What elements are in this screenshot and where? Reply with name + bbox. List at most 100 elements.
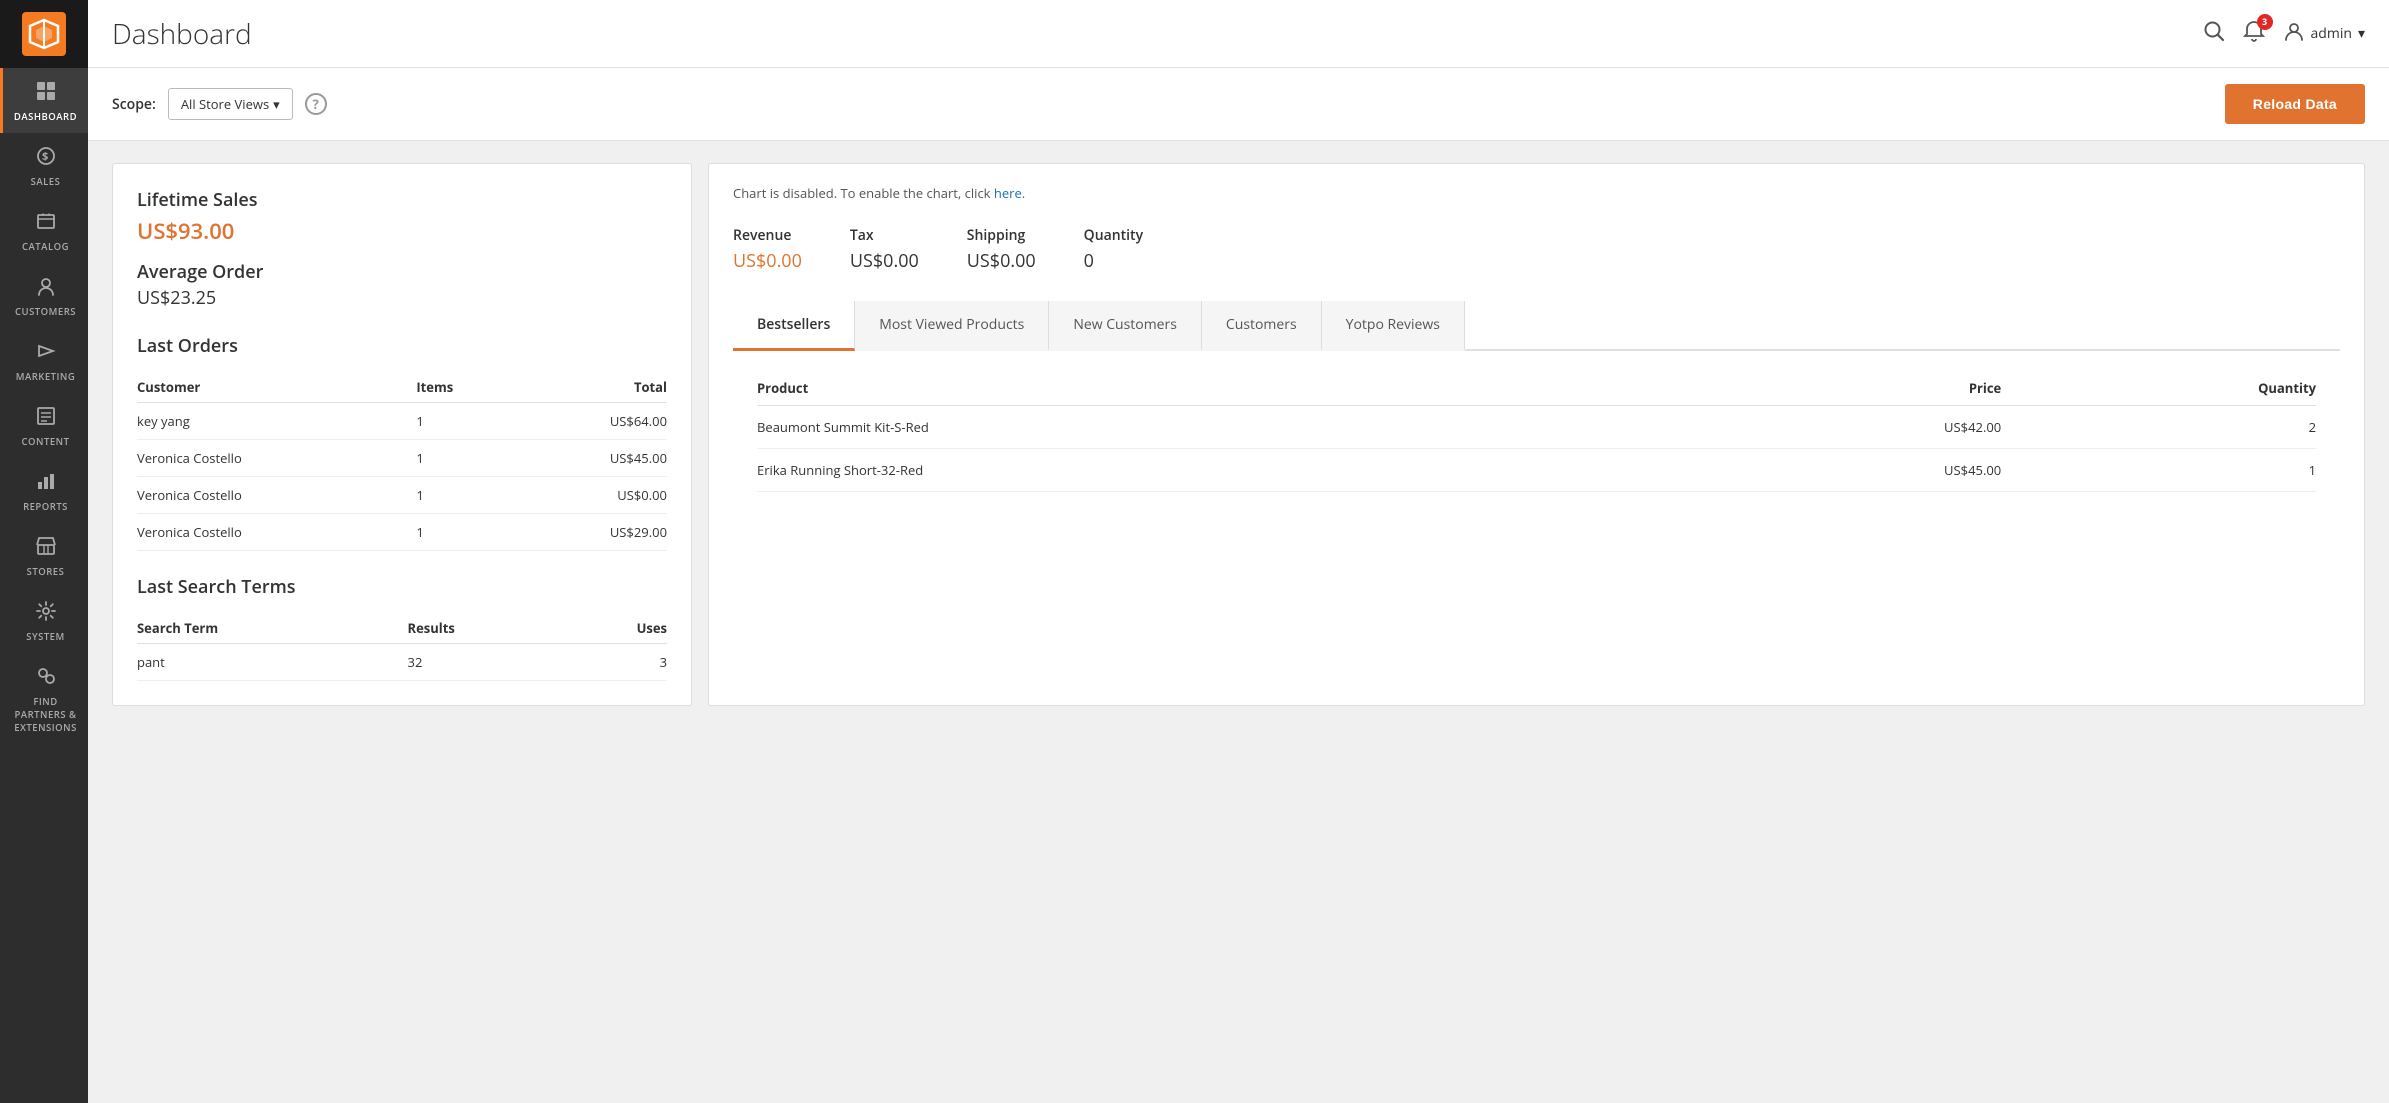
- rev-stat-shipping: Shipping US$0.00: [967, 226, 1036, 273]
- rev-value: US$0.00: [967, 249, 1036, 273]
- search-terms-title: Last Search Terms: [137, 575, 667, 599]
- rev-label: Shipping: [967, 226, 1036, 245]
- order-customer: Veronica Costello: [137, 477, 416, 514]
- sidebar-label-dashboard: DASHBOARD: [14, 110, 77, 123]
- sidebar-item-sales[interactable]: $ SALES: [0, 133, 88, 198]
- sidebar-label-marketing: MARKETING: [16, 370, 76, 383]
- lifetime-sales-section: Lifetime Sales US$93.00: [137, 188, 667, 246]
- order-customer: Veronica Costello: [137, 440, 416, 477]
- rev-value: US$0.00: [733, 249, 802, 273]
- order-items: 1: [416, 477, 514, 514]
- main-area: Dashboard 3: [88, 0, 2389, 1103]
- last-orders-title: Last Orders: [137, 334, 667, 358]
- tab-most-viewed[interactable]: Most Viewed Products: [855, 301, 1049, 351]
- prod-col-product: Product: [757, 371, 1691, 406]
- right-stats-panel: Chart is disabled. To enable the chart, …: [708, 163, 2365, 706]
- chart-disabled-message: Chart is disabled. To enable the chart, …: [733, 184, 2340, 202]
- rev-label: Tax: [850, 226, 919, 245]
- left-stats-panel: Lifetime Sales US$93.00 Average Order US…: [112, 163, 692, 706]
- content-icon: [35, 405, 57, 430]
- sidebar-item-system[interactable]: SYSTEM: [0, 588, 88, 653]
- chart-enable-link[interactable]: here: [994, 184, 1022, 202]
- stores-icon: [35, 535, 57, 560]
- product-quantity: 1: [2001, 449, 2316, 492]
- admin-user-menu[interactable]: admin ▾: [2283, 20, 2365, 48]
- table-row: Beaumont Summit Kit-S-Red US$42.00 2: [757, 406, 2316, 449]
- order-customer: key yang: [137, 403, 416, 440]
- sidebar-label-sales: SALES: [31, 175, 61, 188]
- sidebar-item-find-partners[interactable]: FIND PARTNERS & EXTENSIONS: [0, 653, 88, 744]
- search-results: 32: [408, 644, 566, 681]
- admin-label: admin: [2311, 24, 2352, 43]
- rev-value: 0: [1084, 249, 1143, 273]
- page-title: Dashboard: [112, 15, 2203, 53]
- product-name: Beaumont Summit Kit-S-Red: [757, 406, 1691, 449]
- tab-content-bestsellers: Product Price Quantity Beaumont Summit K…: [733, 351, 2340, 512]
- search-icon[interactable]: [2203, 20, 2225, 48]
- prod-col-price: Price: [1691, 371, 2002, 406]
- table-row: pant 32 3: [137, 644, 667, 681]
- sidebar-label-reports: REPORTS: [23, 500, 68, 513]
- search-col-uses: Uses: [565, 613, 667, 644]
- admin-dropdown-icon: ▾: [2358, 24, 2365, 43]
- dashboard-body: Lifetime Sales US$93.00 Average Order US…: [88, 143, 2389, 726]
- table-row: Veronica Costello 1 US$29.00: [137, 514, 667, 551]
- product-name: Erika Running Short-32-Red: [757, 449, 1691, 492]
- average-order-title: Average Order: [137, 260, 667, 284]
- notification-badge: 3: [2257, 14, 2273, 30]
- sidebar-item-marketing[interactable]: MARKETING: [0, 328, 88, 393]
- sales-icon: $: [35, 145, 57, 170]
- sidebar-item-customers[interactable]: CUSTOMERS: [0, 263, 88, 328]
- dashboard-icon: [35, 80, 57, 105]
- sidebar-item-reports[interactable]: REPORTS: [0, 458, 88, 523]
- sidebar-label-catalog: CATALOG: [22, 240, 69, 253]
- table-row: Erika Running Short-32-Red US$45.00 1: [757, 449, 2316, 492]
- orders-table: Customer Items Total key yang 1 US$64.00…: [137, 372, 667, 551]
- scope-dropdown-icon: ▾: [273, 95, 280, 113]
- sidebar-item-content[interactable]: CONTENT: [0, 393, 88, 458]
- sidebar-item-stores[interactable]: STORES: [0, 523, 88, 588]
- lifetime-sales-value: US$93.00: [137, 216, 667, 246]
- find-partners-icon: [35, 665, 57, 690]
- orders-col-customer: Customer: [137, 372, 416, 403]
- average-order-value: US$23.25: [137, 286, 667, 310]
- order-total: US$0.00: [515, 477, 667, 514]
- tab-customers[interactable]: Customers: [1202, 301, 1322, 351]
- order-customer: Veronica Costello: [137, 514, 416, 551]
- notifications-icon[interactable]: 3: [2243, 20, 2265, 48]
- scope-bar: Scope: All Store Views ▾ ? Reload Data: [88, 68, 2389, 141]
- product-price: US$42.00: [1691, 406, 2002, 449]
- sidebar-label-system: SYSTEM: [26, 630, 65, 643]
- customers-icon: [35, 275, 57, 300]
- topbar: Dashboard 3: [88, 0, 2389, 68]
- sidebar-label-customers: CUSTOMERS: [15, 305, 76, 318]
- sidebar-item-dashboard[interactable]: DASHBOARD: [0, 68, 88, 133]
- sidebar: DASHBOARD $ SALES CATALOG CUSTOMERS MARK…: [0, 0, 88, 1103]
- scope-dropdown[interactable]: All Store Views ▾: [168, 88, 293, 120]
- average-order-section: Average Order US$23.25: [137, 260, 667, 310]
- sidebar-label-find-partners: FIND PARTNERS & EXTENSIONS: [9, 695, 82, 734]
- scope-value: All Store Views: [181, 95, 269, 113]
- prod-col-quantity: Quantity: [2001, 371, 2316, 406]
- rev-label: Revenue: [733, 226, 802, 245]
- help-icon[interactable]: ?: [305, 93, 327, 115]
- rev-value: US$0.00: [850, 249, 919, 273]
- svg-text:$: $: [42, 149, 49, 164]
- tab-yotpo[interactable]: Yotpo Reviews: [1322, 301, 1465, 351]
- reload-data-button[interactable]: Reload Data: [2225, 84, 2365, 124]
- table-row: Veronica Costello 1 US$0.00: [137, 477, 667, 514]
- order-total: US$45.00: [515, 440, 667, 477]
- product-price: US$45.00: [1691, 449, 2002, 492]
- reports-icon: [35, 470, 57, 495]
- sidebar-item-catalog[interactable]: CATALOG: [0, 198, 88, 263]
- table-row: Veronica Costello 1 US$45.00: [137, 440, 667, 477]
- tab-new-customers[interactable]: New Customers: [1049, 301, 1202, 351]
- tab-bestsellers[interactable]: Bestsellers: [733, 301, 855, 351]
- topbar-actions: 3 admin ▾: [2203, 20, 2365, 48]
- dashboard-top-row: Lifetime Sales US$93.00 Average Order US…: [112, 163, 2365, 706]
- rev-stat-quantity: Quantity 0: [1084, 226, 1143, 273]
- system-icon: [35, 600, 57, 625]
- order-items: 1: [416, 403, 514, 440]
- sidebar-logo: [0, 0, 88, 68]
- orders-col-items: Items: [416, 372, 514, 403]
